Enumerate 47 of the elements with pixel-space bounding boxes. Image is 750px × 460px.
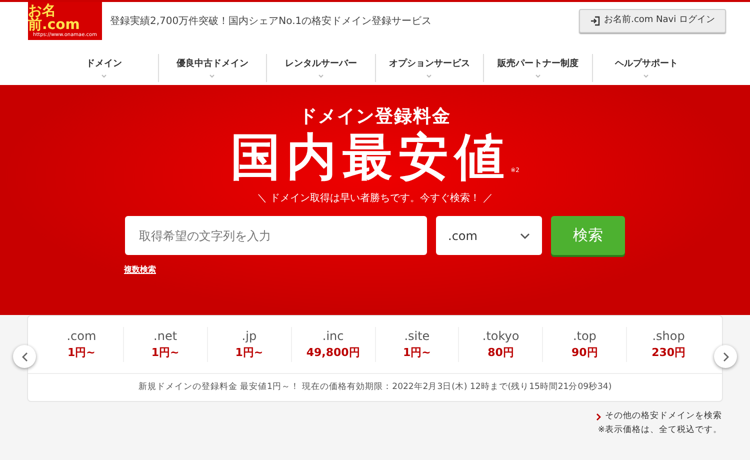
multi-search-link[interactable]: 複数検索 — [124, 264, 156, 276]
login-button[interactable]: お名前.com Navi ログイン — [579, 9, 726, 33]
tld-label: .net — [152, 328, 178, 346]
nav-item[interactable]: 販売パートナー制度 — [497, 58, 578, 72]
domain-search-field[interactable]: 取得希望の文字列を入力 — [125, 216, 427, 255]
chevron-down-icon — [318, 74, 324, 78]
price: 230円 — [650, 345, 687, 362]
tld-label: .jp — [240, 328, 258, 346]
hero-title: 国内最安値 — [230, 130, 511, 185]
tax-note: ※表示価格は、全て税込です。 — [596, 424, 722, 437]
tld-label: .shop — [651, 328, 686, 346]
price: 49,800円 — [305, 345, 361, 362]
hero-subtitle: ドメイン登録料金 — [299, 105, 451, 129]
price: 80円 — [486, 345, 515, 362]
price: 1円~ — [150, 345, 180, 362]
nav-item[interactable]: ドメイン — [86, 58, 122, 72]
tagline: 登録実績2,700万件突破！国内シェアNo.1の格安ドメイン登録サービス — [110, 14, 432, 28]
share-link[interactable]: 国内シェアNo.1 — [228, 16, 302, 26]
price: 90円 — [570, 345, 599, 362]
chevron-down-icon — [520, 232, 530, 238]
catchphrase: ＼ ドメイン取得は早い者勝ちです。今すぐ検索！ ／ — [256, 192, 494, 206]
tld-select[interactable]: .com — [436, 216, 542, 255]
previous-button[interactable] — [13, 345, 36, 368]
next-button[interactable] — [714, 345, 737, 368]
price: 1円~ — [402, 345, 432, 362]
tld-label: .site — [403, 328, 431, 346]
nav-item[interactable]: ヘルプサポート — [614, 58, 678, 72]
chevron-down-icon — [426, 74, 432, 78]
nav-item[interactable]: レンタルサーバー — [284, 58, 357, 72]
chevron-left-icon — [22, 352, 28, 362]
price-note: 新規ドメインの登録料金 最安値1円～！ 現在の価格有効期限：2022年2月3日(木) 12時まで(残り15時間21分09秒34) — [137, 380, 613, 394]
chevron-down-icon — [100, 74, 107, 78]
chevron-right-icon — [596, 412, 601, 421]
login-icon — [590, 16, 600, 26]
chevron-down-icon — [534, 74, 541, 78]
tld-label: .tokyo — [481, 328, 520, 346]
nav-item[interactable]: 優良中古ドメイン — [176, 58, 248, 72]
nav-item[interactable]: オプションサービス — [388, 58, 470, 72]
chevron-right-icon — [722, 352, 728, 362]
tld-label: .com — [66, 328, 98, 346]
price: 1円~ — [234, 345, 264, 362]
tld-label: .inc — [321, 328, 345, 346]
tld-label: .top — [572, 328, 598, 346]
other-domains-link[interactable]: その他の格安ドメインを検索 — [605, 410, 722, 424]
chevron-down-icon — [209, 74, 216, 78]
price: 1円~ — [66, 345, 96, 362]
chevron-down-icon — [643, 74, 650, 78]
